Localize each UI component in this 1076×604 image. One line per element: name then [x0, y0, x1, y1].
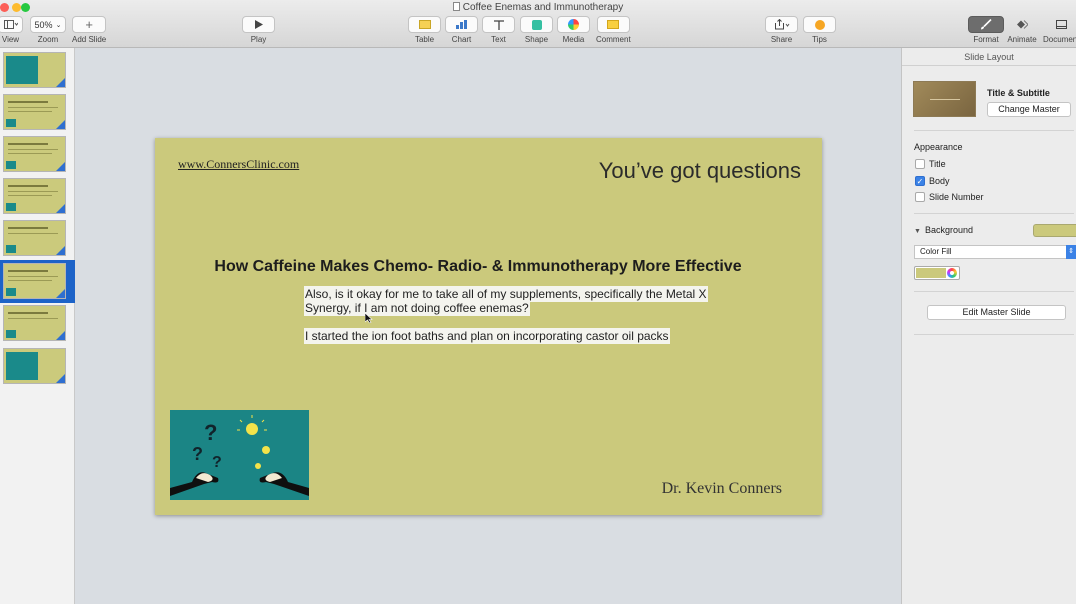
color-wheel-icon[interactable]: [947, 268, 957, 278]
slide-thumbnail-4[interactable]: [3, 178, 66, 214]
window-toolbar: Coffee Enemas and Immunotherapy View 50%…: [0, 0, 1076, 48]
svg-text:?: ?: [192, 444, 203, 464]
format-inspector: Slide Layout Title & Subtitle Change Mas…: [901, 48, 1076, 604]
slide-number-checkbox[interactable]: [915, 192, 925, 202]
body-line-1b: Synergy, if I am not doing coffee enemas…: [305, 301, 529, 315]
inspector-tab-slide-layout[interactable]: Slide Layout: [902, 48, 1076, 66]
slide-thumbnail-2[interactable]: [3, 94, 66, 130]
slide-signature[interactable]: Dr. Kevin Conners: [662, 480, 782, 498]
background-color-swatch[interactable]: [1033, 224, 1076, 237]
chart-icon: [455, 20, 468, 29]
body-line-2: I started the ion foot baths and plan on…: [305, 329, 669, 343]
svg-text:?: ?: [212, 454, 222, 471]
master-slide-thumbnail[interactable]: [913, 81, 976, 117]
disclosure-triangle-icon: ▼: [914, 228, 921, 235]
slide-url-text[interactable]: www.ConnersClinic.com: [178, 157, 299, 172]
document-button[interactable]: Document: [1043, 16, 1076, 44]
slide-thumbnail-3[interactable]: [3, 136, 66, 172]
body-checkbox-row[interactable]: ✓ Body: [915, 176, 950, 186]
media-button[interactable]: Media: [557, 16, 590, 44]
checkmark-icon: ✓: [916, 176, 924, 186]
view-sidebar-icon: [3, 20, 18, 29]
animate-button[interactable]: Animate: [1006, 16, 1038, 44]
plus-icon: +: [85, 17, 93, 32]
share-icon: [774, 19, 789, 30]
comment-icon: [607, 20, 620, 29]
slide-thumbnail-7[interactable]: [3, 305, 66, 341]
slide-heading[interactable]: You’ve got questions: [599, 158, 801, 184]
slide-thumbnail-1[interactable]: [3, 52, 66, 88]
background-section-toggle[interactable]: ▼ Background: [914, 225, 973, 235]
chevron-down-icon: ⌄: [55, 21, 62, 29]
shape-icon: [531, 19, 542, 30]
color-fill-well[interactable]: [914, 266, 960, 280]
text-button[interactable]: Text: [482, 16, 515, 44]
body-line-1a: Also, is it okay for me to take all of m…: [305, 287, 707, 301]
mouse-cursor-icon: [365, 313, 373, 323]
add-slide-button[interactable]: + Add Slide: [72, 16, 106, 44]
table-icon: [418, 20, 431, 29]
paintbrush-icon: [981, 19, 992, 30]
text-icon: [493, 19, 504, 30]
svg-text:?: ?: [204, 420, 217, 445]
title-checkbox[interactable]: [915, 159, 925, 169]
slide-thumbnail-8[interactable]: [3, 348, 66, 384]
document-panel-icon: [1055, 19, 1067, 29]
illustration-graphic: ? ? ?: [170, 415, 309, 496]
window-title: Coffee Enemas and Immunotherapy: [0, 2, 1076, 13]
share-button[interactable]: Share: [765, 16, 798, 44]
chevron-updown-icon: ⇕: [1066, 245, 1076, 259]
lightbulb-icon: [814, 19, 825, 30]
appearance-label: Appearance: [914, 142, 963, 152]
slide-navigator[interactable]: [0, 48, 75, 604]
chart-button[interactable]: Chart: [445, 16, 478, 44]
slide-thumbnail-6[interactable]: [3, 263, 66, 299]
current-slide[interactable]: www.ConnersClinic.com You’ve got questio…: [155, 138, 822, 515]
animate-icon: [1017, 20, 1028, 29]
slide-title[interactable]: How Caffeine Makes Chemo- Radio- & Immun…: [155, 258, 801, 276]
slide-thumbnail-image: [6, 56, 38, 84]
shape-button[interactable]: Shape: [520, 16, 553, 44]
document-icon: [452, 2, 460, 11]
slide-number-checkbox-row[interactable]: Slide Number: [915, 192, 984, 202]
comment-button[interactable]: Comment: [596, 16, 631, 44]
play-button[interactable]: Play: [242, 16, 275, 44]
zoom-select[interactable]: 50% ⌄ Zoom: [30, 16, 66, 44]
tips-button[interactable]: Tips: [803, 16, 836, 44]
change-master-button[interactable]: Change Master: [987, 102, 1071, 117]
play-icon: [254, 20, 263, 29]
slide-thumbnail-5[interactable]: [3, 220, 66, 256]
format-button[interactable]: Format: [968, 16, 1004, 44]
master-name: Title & Subtitle: [987, 88, 1050, 98]
body-checkbox[interactable]: ✓: [915, 176, 925, 186]
question-marks-lightbulbs-illustration[interactable]: ? ? ?: [170, 410, 309, 500]
media-icon: [568, 19, 579, 30]
fill-type-select[interactable]: Color Fill ⇕: [914, 245, 1076, 259]
edit-master-slide-button[interactable]: Edit Master Slide: [927, 305, 1066, 320]
view-button[interactable]: View: [0, 16, 23, 44]
title-checkbox-row[interactable]: Title: [915, 159, 946, 169]
table-button[interactable]: Table: [408, 16, 441, 44]
